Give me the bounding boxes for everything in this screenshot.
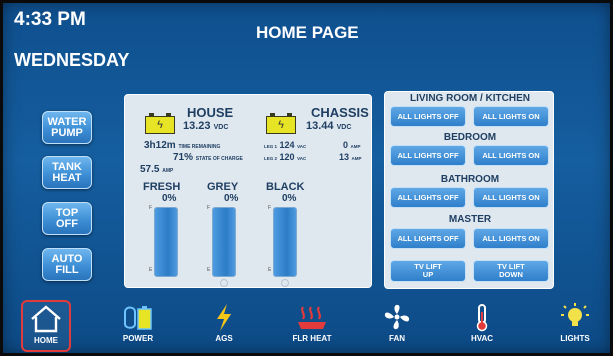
fresh-empty-mark: E — [149, 267, 153, 273]
nav-ags[interactable]: AGS — [199, 300, 249, 352]
home-icon — [31, 305, 61, 333]
leg2-value: 120 — [279, 152, 295, 162]
house-amps-value: 57.5 — [140, 164, 160, 175]
chassis-voltage-unit: VDC — [336, 124, 352, 131]
nav-power[interactable]: POWER — [113, 300, 163, 352]
chassis-leg1: LEG 1 124 VAC — [264, 140, 306, 150]
chassis-battery-icon: ϟ — [266, 113, 296, 134]
fan-icon — [384, 304, 410, 330]
house-charge-label: STATE OF CHARGE — [195, 156, 243, 162]
water-pump-button[interactable]: WATER PUMP — [42, 111, 92, 144]
black-full-mark: F — [268, 205, 272, 211]
master-title: MASTER — [448, 214, 492, 225]
fresh-tank-title: FRESH — [143, 181, 181, 193]
house-amps: 57.5 AMP — [140, 164, 173, 175]
grey-tank-percent: 0% — [224, 193, 239, 204]
house-battery-bolt: ϟ — [157, 119, 163, 131]
house-time-value: 3h12m — [144, 140, 176, 151]
fresh-full-mark: F — [149, 205, 153, 211]
leg2-label: LEG 2 — [264, 156, 278, 161]
bedroom-all-lights-off-button[interactable]: ALL LIGHTS OFF — [390, 145, 466, 166]
house-amps-unit: AMP — [162, 168, 174, 174]
grey-tank-title: GREY — [207, 181, 239, 193]
master-all-lights-on-button[interactable]: ALL LIGHTS ON — [473, 228, 549, 249]
floor-heat-icon — [298, 306, 326, 329]
nav-hvac[interactable]: HVAC — [457, 300, 507, 352]
power-icon — [124, 306, 152, 330]
nav-floor-heat-label: FLR HEAT — [292, 334, 332, 343]
leg1-unit: VAC — [297, 144, 307, 149]
house-voltage-unit: VDC — [213, 124, 229, 131]
chassis-title: CHASSIS — [311, 105, 369, 120]
thermometer-icon — [476, 304, 488, 332]
house-title: HOUSE — [187, 105, 234, 120]
bedroom-title: BEDROOM — [443, 132, 497, 143]
bedroom-all-lights-on-button[interactable]: ALL LIGHTS ON — [473, 145, 549, 166]
master-all-lights-off-button[interactable]: ALL LIGHTS OFF — [390, 228, 466, 249]
black-tank-gauge — [273, 207, 297, 277]
chassis-leg2: LEG 2 120 VAC — [264, 152, 306, 162]
grey-full-mark: F — [207, 205, 211, 211]
black-empty-mark: E — [268, 267, 272, 273]
tv-lift-down-button[interactable]: TV LIFT DOWN — [473, 260, 549, 282]
lights-panel: LIVING ROOM / KITCHEN ALL LIGHTS OFF ALL… — [384, 91, 554, 289]
nav-home-label: HOME — [34, 336, 58, 345]
house-state-of-charge: 71% STATE OF CHARGE — [173, 152, 243, 163]
lightning-icon — [217, 304, 231, 331]
auto-fill-button[interactable]: AUTO FILL — [42, 248, 92, 281]
house-voltage: 13.23 VDC — [183, 120, 228, 132]
nav-home[interactable]: HOME — [21, 300, 71, 352]
grey-empty-mark: E — [207, 267, 211, 273]
power-tank-panel: ϟ HOUSE 13.23 VDC 3h12m TIME REMAINING 7… — [124, 94, 372, 288]
chassis-voltage: 13.44 VDC — [306, 120, 351, 132]
top-off-button[interactable]: TOP OFF — [42, 202, 92, 235]
chassis-leg1-amps: 0 AMP — [343, 140, 361, 150]
bathroom-all-lights-off-button[interactable]: ALL LIGHTS OFF — [390, 187, 466, 208]
fresh-tank-percent: 0% — [162, 193, 177, 204]
tank-heat-button[interactable]: TANK HEAT — [42, 156, 92, 189]
page-title: HOME PAGE — [256, 23, 359, 42]
chassis-leg2-amps: 13 AMP — [339, 152, 362, 162]
leg1-amps-unit: AMP — [350, 144, 361, 149]
black-tank-title: BLACK — [266, 181, 305, 193]
black-tank-indicator-icon — [281, 279, 289, 287]
black-tank-percent: 0% — [282, 193, 297, 204]
clock-time: 4:33 PM — [14, 9, 86, 30]
chassis-battery-bolt: ϟ — [278, 119, 284, 131]
grey-tank-gauge — [212, 207, 236, 277]
fresh-tank-gauge — [154, 207, 178, 277]
bulb-icon — [561, 303, 589, 326]
bottom-nav-bar: HOME POWER AGS FLR HEAT FAN HVAC LIGHTS — [0, 298, 613, 356]
weekday-label: WEDNESDAY — [14, 50, 130, 70]
bathroom-all-lights-on-button[interactable]: ALL LIGHTS ON — [473, 187, 549, 208]
tv-lift-up-button[interactable]: TV LIFT UP — [390, 260, 466, 282]
house-time-remaining: 3h12m TIME REMAINING — [144, 140, 220, 151]
living-room-kitchen-title: LIVING ROOM / KITCHEN — [410, 93, 530, 104]
living-room-all-lights-off-button[interactable]: ALL LIGHTS OFF — [390, 106, 466, 127]
bathroom-title: BATHROOM — [440, 174, 500, 185]
grey-tank-indicator-icon — [220, 279, 228, 287]
nav-fan-label: FAN — [389, 334, 405, 343]
house-battery-icon: ϟ — [145, 113, 175, 134]
leg2-amps-unit: AMP — [351, 156, 362, 161]
nav-power-label: POWER — [122, 334, 154, 343]
leg1-value: 124 — [279, 140, 295, 150]
house-charge-value: 71% — [173, 152, 194, 163]
nav-fan[interactable]: FAN — [372, 300, 422, 352]
leg2-unit: VAC — [297, 156, 307, 161]
nav-floor-heat[interactable]: FLR HEAT — [287, 300, 337, 352]
house-voltage-value: 13.23 — [183, 120, 211, 132]
nav-lights-label: LIGHTS — [560, 334, 590, 343]
nav-lights[interactable]: LIGHTS — [550, 300, 600, 352]
leg2-amps-value: 13 — [339, 152, 350, 162]
nav-ags-label: AGS — [215, 334, 233, 343]
house-time-label: TIME REMAINING — [178, 144, 221, 150]
chassis-voltage-value: 13.44 — [306, 120, 334, 132]
leg1-label: LEG 1 — [264, 144, 278, 149]
living-room-all-lights-on-button[interactable]: ALL LIGHTS ON — [473, 106, 549, 127]
nav-hvac-label: HVAC — [470, 334, 494, 343]
leg1-amps-value: 0 — [343, 140, 349, 150]
